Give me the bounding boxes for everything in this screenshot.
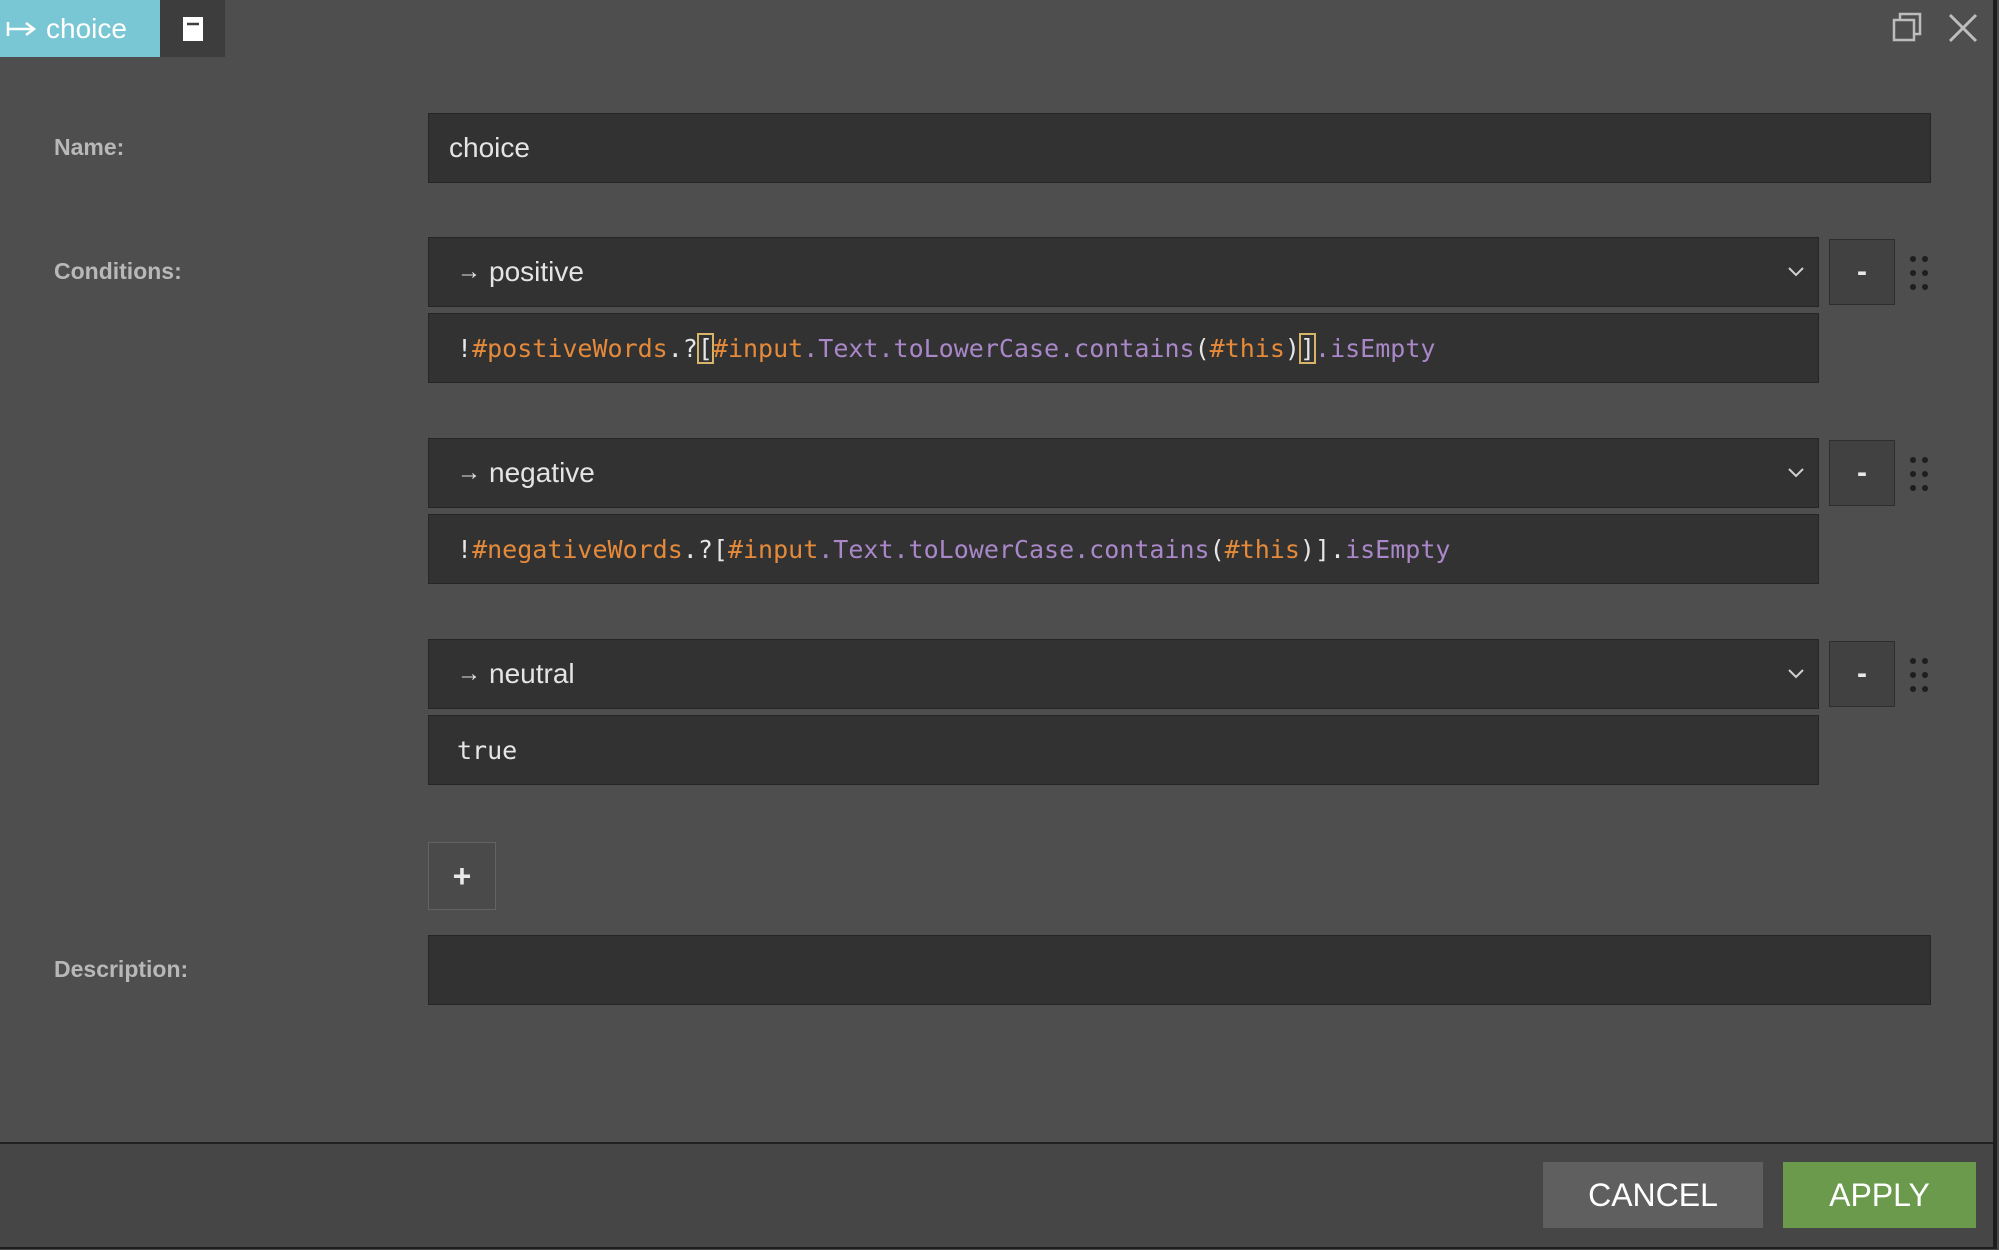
tab-choice-label: choice	[46, 12, 127, 44]
expression-token: !	[457, 534, 473, 564]
choice-dialog: choice Name: choice Conditions: → positi…	[0, 0, 1997, 1249]
condition-target-select[interactable]: → negative	[428, 438, 1819, 508]
condition-expression-input[interactable]: true	[428, 715, 1819, 785]
close-icon[interactable]	[1945, 10, 1981, 46]
add-condition-button[interactable]: +	[428, 842, 496, 910]
expression-token: isEmpty	[1345, 534, 1451, 564]
expression-token: #this	[1209, 333, 1285, 363]
split-arrow-icon	[6, 21, 37, 36]
expression-token: .isEmpty	[1315, 333, 1436, 363]
condition-target-value: negative	[489, 457, 595, 488]
arrow-right-icon: →	[457, 258, 481, 285]
name-label: Name:	[54, 134, 125, 160]
remove-condition-button[interactable]: -	[1829, 641, 1895, 707]
expression-token: .?	[667, 333, 698, 363]
drag-handle-icon[interactable]	[1908, 253, 1930, 293]
tab-choice[interactable]: choice	[0, 0, 160, 57]
expression-token: )].	[1299, 534, 1346, 564]
expression-token: .Text.toLowerCase.contains	[803, 333, 1195, 363]
condition-target-select[interactable]: → positive	[428, 237, 1819, 307]
drag-handle-icon[interactable]	[1908, 655, 1930, 695]
description-textarea[interactable]	[428, 935, 1931, 1005]
maximize-icon[interactable]	[1889, 10, 1925, 46]
arrow-right-icon: →	[457, 660, 481, 687]
name-input[interactable]: choice	[428, 113, 1931, 183]
remove-condition-button[interactable]: -	[1829, 239, 1895, 305]
expression-token: ]	[1298, 332, 1317, 364]
condition-target-value: positive	[489, 256, 584, 287]
cancel-button[interactable]: CANCEL	[1543, 1162, 1763, 1228]
expression-token: .Text.toLowerCase.contains	[818, 534, 1210, 564]
apply-button[interactable]: APPLY	[1783, 1162, 1976, 1228]
expression-token: .?[	[682, 534, 728, 564]
condition-expression-input[interactable]: ! #postiveWords.?[#input .Text.toLowerCase…	[428, 313, 1819, 383]
expression-token: #input	[712, 333, 804, 363]
expression-token: #input	[727, 534, 819, 564]
expression-token: (	[1209, 534, 1225, 564]
drag-handle-icon[interactable]	[1908, 454, 1930, 494]
expression-token: true	[457, 735, 518, 765]
chevron-down-icon	[1788, 669, 1804, 679]
condition-target-value: neutral	[489, 658, 575, 689]
expression-token: #this	[1224, 534, 1300, 564]
expression-token: (	[1194, 333, 1210, 363]
chevron-down-icon	[1788, 267, 1804, 277]
description-label: Description:	[54, 956, 189, 982]
expression-token: !	[457, 333, 473, 363]
expression-token: #negativeWords	[472, 534, 683, 564]
remove-condition-button[interactable]: -	[1829, 440, 1895, 506]
chevron-down-icon	[1788, 468, 1804, 478]
expression-token: #postiveWords	[472, 333, 668, 363]
condition-target-select[interactable]: → neutral	[428, 639, 1819, 709]
expression-token: [	[696, 332, 714, 364]
expression-token: )	[1284, 333, 1300, 363]
conditions-label: Conditions:	[54, 258, 182, 284]
tab-description[interactable]	[160, 0, 225, 57]
arrow-right-icon: →	[457, 459, 481, 486]
document-icon	[182, 16, 203, 41]
condition-expression-input[interactable]: ! #negativeWords .?[#input .Text.toLowerCas…	[428, 514, 1819, 584]
